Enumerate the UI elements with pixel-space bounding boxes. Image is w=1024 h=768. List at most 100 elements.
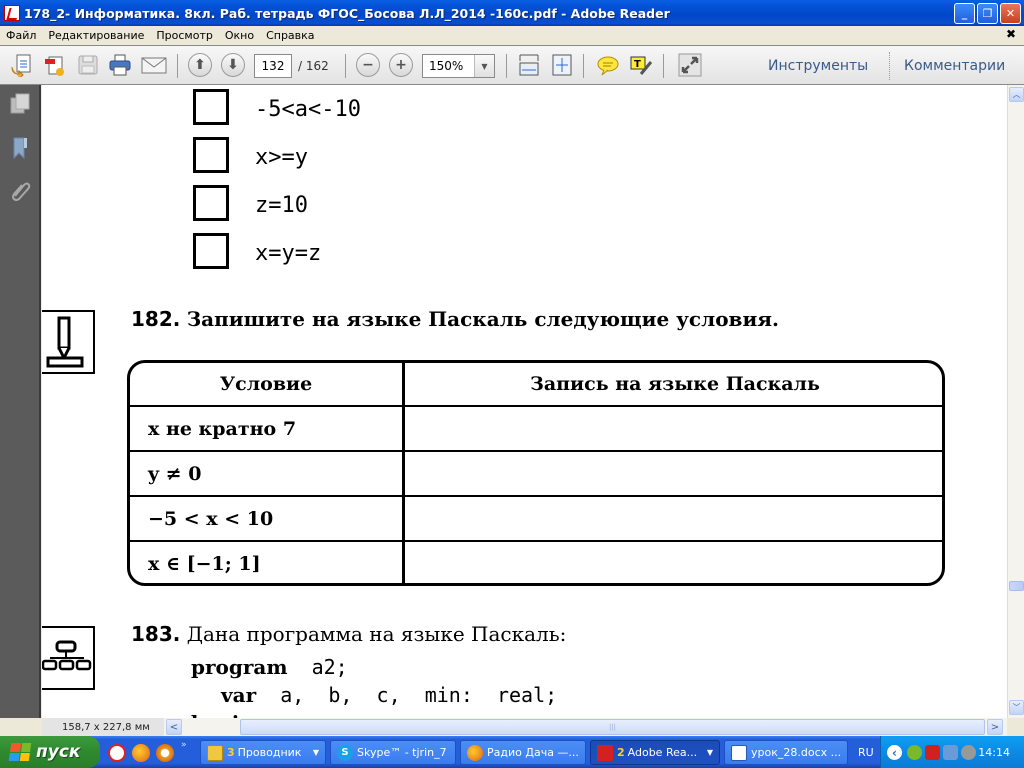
folder-icon <box>207 744 223 761</box>
fit-page-icon <box>552 54 572 76</box>
expand-icon <box>678 53 702 77</box>
condition-cell: −5 < x < 10 <box>148 507 274 530</box>
checkbox-option-text: z=10 <box>255 193 308 218</box>
start-label: пуск <box>36 742 81 762</box>
taskbar-item-word[interactable]: урок_28.docx ... <box>724 740 848 765</box>
answer-checkbox[interactable] <box>193 137 229 173</box>
text-edit-pen-icon: T <box>630 56 653 75</box>
clock: 14:14 <box>978 746 1010 759</box>
adobe-reader-icon <box>4 5 20 21</box>
horizontal-scrollbar[interactable]: < ||| > <box>164 718 1007 736</box>
fit-page-button[interactable] <box>549 52 575 78</box>
menu-file[interactable]: Файл <box>0 29 42 42</box>
quicklaunch-more-icon[interactable]: » <box>181 740 187 750</box>
zoom-level-select[interactable]: 150% ▼ <box>422 54 495 78</box>
flowchart-icon <box>42 640 92 671</box>
highlight-text-button[interactable]: T <box>628 52 654 78</box>
write-task-marker <box>42 310 95 374</box>
code-line: program a2; <box>191 655 348 679</box>
attachments-button[interactable] <box>9 179 31 201</box>
scrollbar-thumb[interactable] <box>1009 581 1024 591</box>
full-screen-button[interactable] <box>677 52 703 78</box>
toolbar-separator <box>663 54 664 78</box>
horizontal-scrollbar-thumb[interactable]: ||| <box>240 719 985 735</box>
menu-view[interactable]: Просмотр <box>150 29 218 42</box>
page-total: / 162 <box>298 59 329 73</box>
page-number-input[interactable]: 132 <box>254 54 292 78</box>
pascal-answer-cell[interactable] <box>408 407 942 450</box>
start-button[interactable]: пуск <box>0 736 100 768</box>
scroll-down-button[interactable]: ﹀ <box>1009 700 1024 715</box>
add-comment-button[interactable] <box>595 52 621 78</box>
taskbar-item-explorer[interactable]: 3 Проводник ▼ <box>200 740 326 765</box>
menu-window[interactable]: Окно <box>219 29 260 42</box>
answer-checkbox[interactable] <box>193 233 229 269</box>
pascal-answer-cell[interactable] <box>408 452 942 495</box>
pascal-answer-cell[interactable] <box>408 542 942 583</box>
restore-button[interactable]: ❐ <box>977 3 998 24</box>
scroll-left-button[interactable]: < <box>166 719 182 735</box>
scroll-up-button[interactable]: ︿ <box>1009 87 1024 102</box>
code-rest: a, b, c, min: real; <box>256 683 558 707</box>
pascal-conditions-table: Условие Запись на языке Паскаль x не кра… <box>127 360 945 586</box>
word-document-icon <box>731 744 747 761</box>
previous-page-button[interactable]: ⬆ <box>187 52 213 78</box>
print-button[interactable] <box>107 52 133 78</box>
tray-skype-status-icon[interactable] <box>907 745 922 760</box>
window-title-bar[interactable]: 178_2- Информатика. 8кл. Раб. тетрадь ФГ… <box>0 0 1024 26</box>
answer-checkbox[interactable] <box>193 185 229 221</box>
window-controls: _ ❐ ✕ <box>954 3 1021 24</box>
vertical-scrollbar[interactable]: ︿ ﹀ <box>1007 85 1024 718</box>
quicklaunch-firefox-icon[interactable] <box>132 744 150 762</box>
create-pdf-button[interactable] <box>42 52 68 78</box>
paperclip-icon <box>12 182 31 201</box>
language-indicator[interactable]: RU <box>858 746 874 759</box>
zoom-in-button[interactable]: + <box>388 52 414 78</box>
minimize-icon: _ <box>961 7 968 20</box>
zoom-out-button[interactable]: − <box>355 52 381 78</box>
quicklaunch-paint-icon[interactable] <box>108 744 126 762</box>
tools-pane-button[interactable]: Инструменты <box>768 58 868 74</box>
tray-expand-icon[interactable]: ‹ <box>887 745 902 760</box>
chevron-right-icon: > <box>990 721 1000 733</box>
taskbar-item-skype[interactable]: S Skype™ - tjrin_7 <box>330 740 456 765</box>
bookmarks-button[interactable] <box>9 137 31 160</box>
task-text: Дана программа на языке Паскаль: <box>186 622 567 646</box>
minimize-button[interactable]: _ <box>954 3 975 24</box>
tray-network-icon[interactable] <box>943 745 958 760</box>
quicklaunch-media-player-icon[interactable] <box>156 744 174 762</box>
skype-icon: S <box>337 744 353 761</box>
pascal-answer-cell[interactable] <box>408 497 942 540</box>
code-keyword: program <box>191 655 288 679</box>
grip-icon: ||| <box>608 723 617 731</box>
page-thumbnails-button[interactable] <box>9 93 31 115</box>
comments-pane-button[interactable]: Комментарии <box>904 58 1005 74</box>
svg-text:T: T <box>634 59 641 70</box>
document-viewport[interactable]: -5<a<-10 x>=y z=10 x=y=z 182. Запишите н… <box>42 85 1007 718</box>
menu-close-icon[interactable]: ✖ <box>1006 27 1016 41</box>
tray-volume-icon[interactable] <box>961 745 976 760</box>
menu-help[interactable]: Справка <box>260 29 320 42</box>
minus-icon: − <box>362 57 374 73</box>
chevron-down-icon[interactable]: ▼ <box>474 55 494 77</box>
adobe-reader-icon <box>597 744 613 761</box>
task-label: Проводник <box>237 746 302 759</box>
next-page-button[interactable]: ⬇ <box>220 52 246 78</box>
chevron-down-icon: ▼ <box>312 748 319 757</box>
fit-width-button[interactable] <box>516 52 542 78</box>
taskbar-item-firefox[interactable]: Радио Дача —... <box>460 740 586 765</box>
save-button[interactable] <box>75 52 101 78</box>
navigation-panel <box>0 85 41 718</box>
scroll-right-button[interactable]: > <box>987 719 1003 735</box>
task-label: Adobe Rea... <box>627 746 698 759</box>
menu-bar: Файл Редактирование Просмотр Окно Справк… <box>0 26 1024 45</box>
taskbar-item-adobe-reader[interactable]: 2 Adobe Rea... ▼ <box>590 740 720 765</box>
menu-edit[interactable]: Редактирование <box>42 29 150 42</box>
open-button[interactable] <box>9 52 35 78</box>
tray-kaspersky-icon[interactable] <box>925 745 940 760</box>
email-button[interactable] <box>141 52 167 78</box>
answer-checkbox[interactable] <box>193 89 229 125</box>
task-number: 182. <box>131 307 181 331</box>
firefox-icon <box>467 744 483 761</box>
close-button[interactable]: ✕ <box>1000 3 1021 24</box>
